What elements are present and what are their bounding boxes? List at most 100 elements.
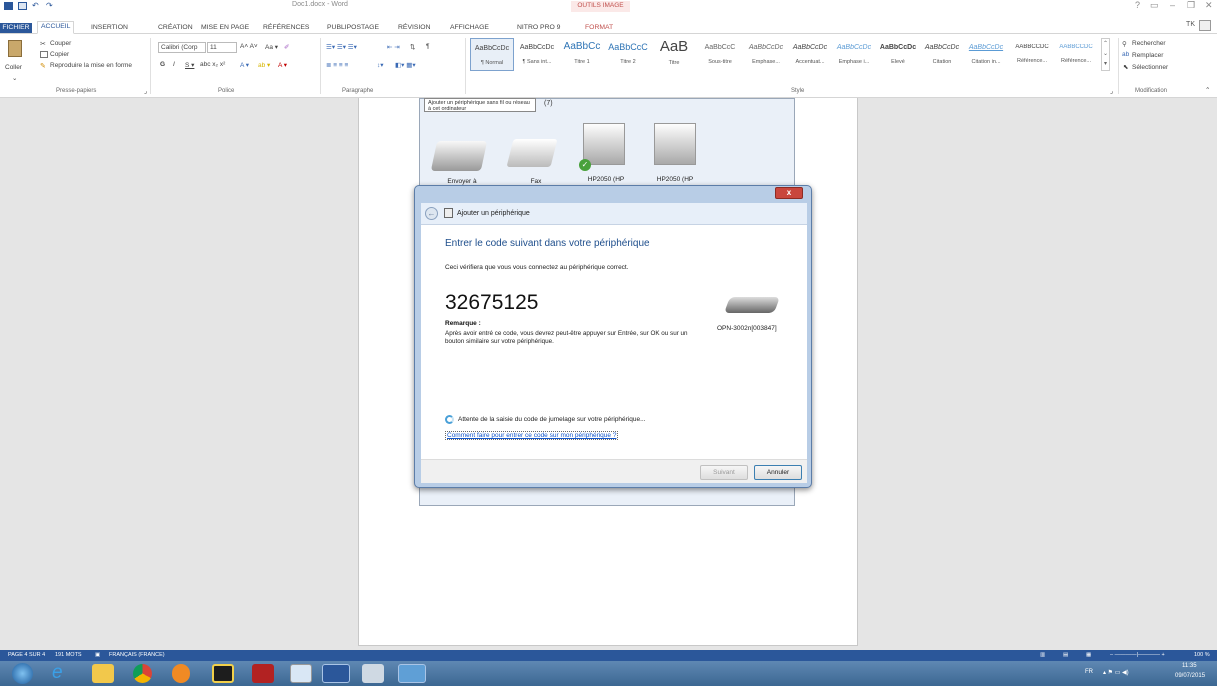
select-button[interactable]: Sélectionner: [1132, 64, 1168, 71]
tab-fichier[interactable]: FICHIER: [0, 23, 32, 33]
word-taskbar-icon[interactable]: [322, 664, 350, 683]
style-citation-intense[interactable]: AaBbCcDc Citation in...: [964, 38, 1008, 71]
change-case-icon[interactable]: Aa ▾: [265, 43, 278, 51]
shading-icon[interactable]: ◧▾ ▦▾: [395, 61, 416, 69]
help-link[interactable]: Comment faire pour entrer ce code sur mo…: [445, 431, 619, 440]
clear-format-icon[interactable]: ✐: [284, 43, 289, 51]
text-effects-icon[interactable]: A ▾: [240, 61, 249, 69]
style-reference-intense[interactable]: AABBCCDC Référence...: [1054, 38, 1098, 71]
style-eleve[interactable]: AaBbCcDc Élevé: [876, 38, 920, 71]
acrobat-icon[interactable]: [252, 664, 274, 683]
net-app-icon[interactable]: [290, 664, 312, 683]
tab-creation[interactable]: CRÉATION: [158, 24, 193, 31]
collapse-ribbon-icon[interactable]: ⌃: [1205, 86, 1210, 94]
media-player-icon[interactable]: [172, 664, 190, 683]
styles-gallery-scroll[interactable]: ⌃ ⌄ ▾: [1101, 38, 1110, 71]
waiting-text: Attente de la saisie du code de jumelage…: [458, 416, 646, 423]
style-titre[interactable]: AaB Titre: [652, 38, 696, 71]
style-reference-pale[interactable]: AABBCCDC Référence...: [1010, 38, 1054, 71]
sort-icon[interactable]: ⇅: [410, 43, 415, 51]
indent-icon[interactable]: ⇤ ⇥: [387, 43, 400, 51]
devices-icon[interactable]: [398, 664, 426, 683]
zoom-slider[interactable]: – ————|———— +: [1110, 652, 1165, 658]
paste-icon[interactable]: [8, 40, 22, 57]
tab-mise-en-page[interactable]: MISE EN PAGE: [201, 24, 249, 31]
web-layout-icon[interactable]: ▦: [1086, 652, 1091, 658]
find-button[interactable]: Rechercher: [1132, 40, 1166, 47]
paint-icon[interactable]: [362, 664, 384, 683]
underline-icon[interactable]: S ▾: [185, 61, 194, 69]
highlight-icon[interactable]: ab ▾: [258, 61, 270, 69]
tab-insertion[interactable]: INSERTION: [91, 24, 128, 31]
pilcrow-icon[interactable]: ¶: [426, 43, 430, 50]
style-normal[interactable]: AaBbCcDc ¶ Normal: [470, 38, 514, 71]
font-name-select[interactable]: Calibri (Corp: [158, 42, 206, 53]
read-mode-icon[interactable]: ▥: [1040, 652, 1045, 658]
clock-date[interactable]: 09/07/2015: [1175, 673, 1205, 679]
style-titre-1[interactable]: AaBbCc Titre 1: [560, 38, 604, 71]
dialog-launcher-icon[interactable]: ⌟: [144, 87, 147, 95]
app-icon[interactable]: [212, 664, 234, 683]
tab-accueil[interactable]: ACCUEIL: [37, 21, 75, 34]
minimize-icon[interactable]: –: [1170, 0, 1175, 10]
style-sample: AaBbCcDc: [748, 44, 784, 51]
font-color-icon[interactable]: A ▾: [278, 61, 287, 69]
user-name[interactable]: TK: [1186, 21, 1195, 28]
restore-icon[interactable]: ❐: [1187, 0, 1195, 11]
ie-icon[interactable]: e: [52, 663, 74, 683]
style-citation[interactable]: AaBbCcDc Citation: [920, 38, 964, 71]
bullets-icon[interactable]: ☰▾ ☰▾ ☰▾: [326, 43, 357, 51]
avatar[interactable]: [1199, 20, 1211, 31]
devices-count: (7): [544, 100, 553, 107]
style-emphase-intense[interactable]: AaBbCcDc Emphase i...: [832, 38, 876, 71]
print-layout-icon[interactable]: ▤: [1063, 652, 1068, 658]
style-name: Référence...: [1061, 58, 1091, 64]
input-language[interactable]: FR: [1085, 669, 1093, 675]
bold-icon[interactable]: G: [160, 61, 165, 68]
tray-icons[interactable]: ▴ ⚑ ▭ ◀): [1103, 669, 1129, 676]
style-accentuation[interactable]: AaBbCcDc Accentuat...: [788, 38, 832, 71]
printer-icon: [583, 123, 625, 165]
close-button[interactable]: x: [775, 187, 803, 199]
zoom-level[interactable]: 100 %: [1194, 652, 1210, 658]
replace-button[interactable]: Remplacer: [1132, 52, 1163, 59]
font-group-label: Police: [218, 88, 235, 94]
format-painter-button[interactable]: Reproduire la mise en forme: [50, 62, 132, 69]
strikethrough-icon[interactable]: abc x₂ x²: [200, 61, 225, 68]
copy-button[interactable]: Copier: [50, 51, 69, 58]
close-icon[interactable]: ✕: [1205, 0, 1213, 11]
style-sans-interligne[interactable]: AaBbCcDc ¶ Sans int...: [515, 38, 559, 71]
language-indicator[interactable]: FRANÇAIS (FRANCE): [109, 652, 165, 658]
word-count[interactable]: 191 MOTS: [55, 652, 82, 658]
line-spacing-icon[interactable]: ↕▾: [377, 61, 384, 69]
chevron-down-icon[interactable]: ⌄: [12, 74, 17, 82]
tab-format[interactable]: FORMAT: [585, 24, 613, 31]
back-arrow-icon[interactable]: ←: [425, 207, 438, 220]
proofing-icon[interactable]: ▣: [95, 652, 100, 658]
align-icon[interactable]: ≣ ≡ ≡ ≡: [326, 61, 348, 69]
grow-font-icon[interactable]: A˄ A˅: [240, 43, 258, 50]
chrome-icon[interactable]: [133, 664, 152, 683]
cancel-button[interactable]: Annuler: [754, 465, 802, 480]
explorer-icon[interactable]: [92, 664, 114, 683]
next-button[interactable]: Suivant: [700, 465, 748, 480]
clock-time[interactable]: 11:35: [1182, 663, 1197, 669]
page-count[interactable]: PAGE 4 SUR 4: [8, 652, 45, 658]
paste-button[interactable]: Coller: [5, 64, 22, 71]
tab-publipostage[interactable]: PUBLIPOSTAGE: [327, 24, 379, 31]
italic-icon[interactable]: I: [173, 61, 175, 68]
cut-button[interactable]: Couper: [50, 40, 71, 47]
replace-icon: ab: [1122, 51, 1130, 58]
dialog-launcher-icon[interactable]: ⌟: [1110, 87, 1113, 95]
tab-affichage[interactable]: AFFICHAGE: [450, 24, 489, 31]
font-size-select[interactable]: 11: [207, 42, 237, 53]
help-icon[interactable]: ?: [1135, 0, 1140, 10]
ribbon-display-icon[interactable]: ▭: [1150, 0, 1159, 11]
style-sous-titre[interactable]: AaBbCcC Sous-titre: [698, 38, 742, 71]
style-emphase-pale[interactable]: AaBbCcDc Emphase...: [744, 38, 788, 71]
start-button[interactable]: [12, 663, 33, 684]
tab-references[interactable]: RÉFÉRENCES: [263, 24, 309, 31]
style-titre-2[interactable]: AaBbCcC Titre 2: [606, 38, 650, 71]
tab-revision[interactable]: RÉVISION: [398, 24, 430, 31]
tab-nitro[interactable]: NITRO PRO 9: [517, 24, 560, 31]
